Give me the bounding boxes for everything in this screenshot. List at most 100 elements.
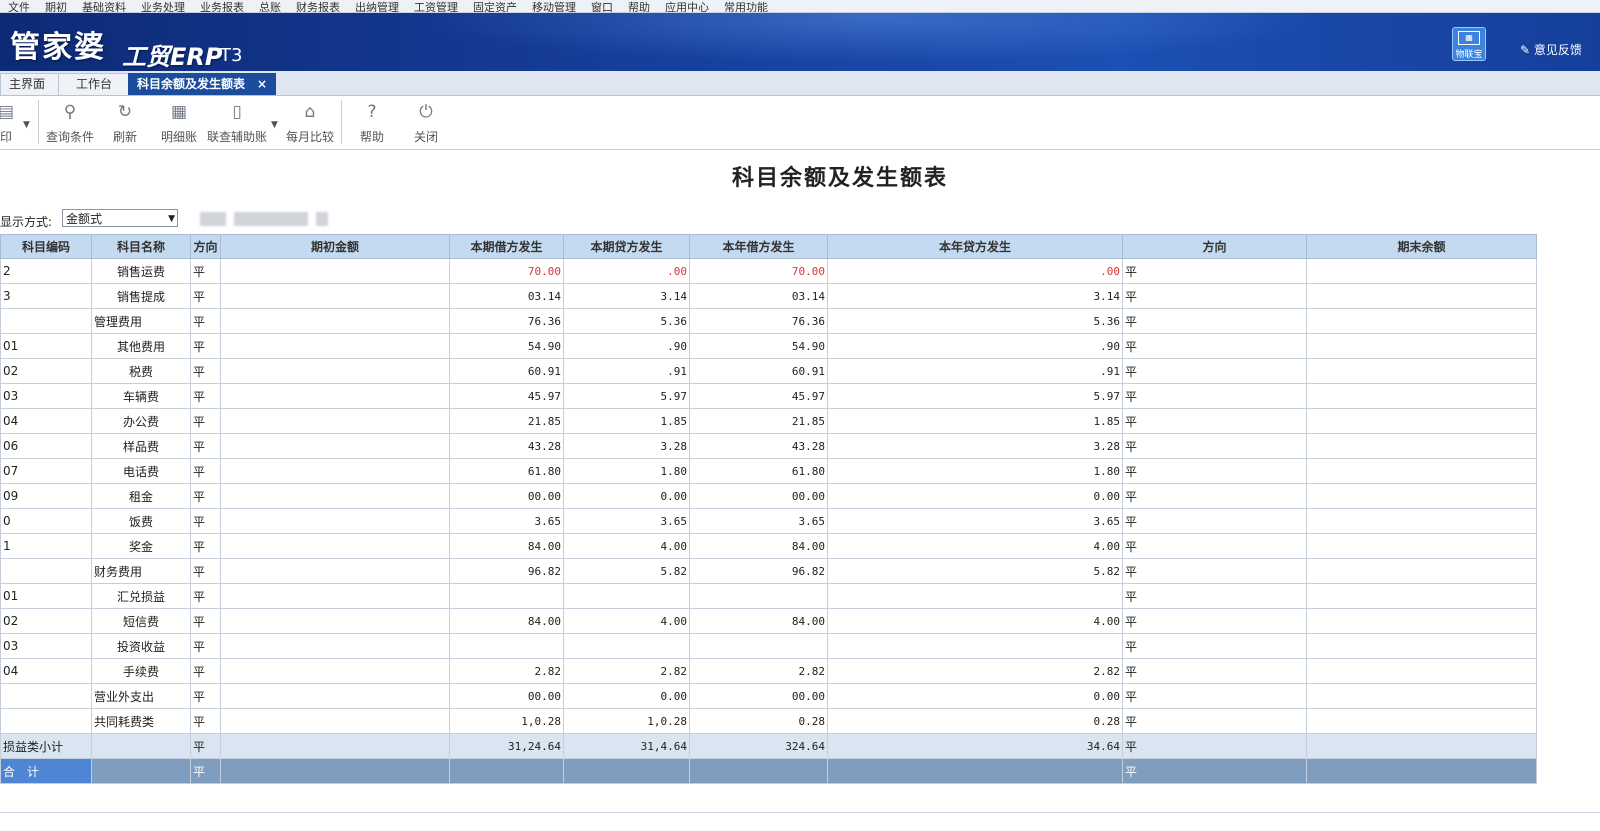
table-row[interactable]: 营业外支出平 00.00 0.00 00.00 0.00 平	[0, 683, 1537, 709]
menu-item[interactable]: 固定资产	[473, 2, 517, 12]
aux-ledger-button[interactable]: ▯ 联查辅助账	[207, 102, 267, 145]
amount-cell: 84.00	[689, 608, 828, 634]
opening-balance-cell	[220, 258, 450, 284]
menu-item[interactable]: 出纳管理	[355, 2, 399, 12]
tab-account-balance[interactable]: 科目余额及发生额表 ×	[128, 73, 277, 95]
display-mode-select[interactable]: 金额式 ▼	[62, 209, 178, 227]
account-name-cell: 税费	[91, 358, 191, 384]
column-header[interactable]: 期末余额	[1306, 234, 1537, 259]
amount-cell: 1.80	[827, 458, 1123, 484]
closing-balance-cell	[1306, 408, 1537, 434]
table-row[interactable]: 2 销售运费平 70.00.00 70.00.00 平	[0, 258, 1537, 284]
subtotal-row[interactable]: 损益类小计平 31,24.64 31,4.64 324.64 34.64 平	[0, 733, 1537, 759]
table-row[interactable]: 财务费用平 96.82 5.82 96.82 5.82 平	[0, 558, 1537, 584]
amount-cell: 00.00	[689, 683, 828, 709]
menu-item[interactable]: 业务处理	[141, 2, 185, 12]
table-row[interactable]: 01 其他费用平 54.90.90 54.90.90 平	[0, 333, 1537, 359]
opening-balance-cell	[220, 708, 450, 734]
amount-cell: 76.36	[689, 308, 828, 334]
tab-workbench[interactable]: 工作台	[58, 73, 130, 95]
tab-main[interactable]: 主界面	[0, 73, 62, 95]
feedback-button[interactable]: ✎ 意见反馈	[1520, 41, 1582, 58]
table-row[interactable]: 02 短信费平 84.00 4.00 84.00 4.00 平	[0, 608, 1537, 634]
menu-item[interactable]: 应用中心	[665, 2, 709, 12]
menu-item[interactable]: 窗口	[591, 2, 613, 12]
table-row[interactable]: 03 车辆费平 45.97 5.97 45.97 5.97 平	[0, 383, 1537, 409]
ledger-detail-button[interactable]: ▦ 明细账	[160, 102, 198, 145]
qr-code-button[interactable]: ▦ 物联宝	[1452, 27, 1486, 61]
close-button[interactable]: ⏻ 关闭	[413, 102, 439, 145]
opening-balance-cell	[220, 733, 450, 759]
table-row[interactable]: 管理费用平 76.36 5.36 76.36 5.36 平	[0, 308, 1537, 334]
column-header[interactable]: 本期借方发生	[449, 234, 564, 259]
direction-cell: 平	[190, 583, 221, 609]
account-name-cell: 销售提成	[91, 283, 191, 309]
menu-item[interactable]: 工资管理	[414, 2, 458, 12]
amount-cell: 0.00	[827, 683, 1123, 709]
close-icon[interactable]: ×	[257, 77, 267, 91]
menu-item[interactable]: 财务报表	[296, 2, 340, 12]
menu-item[interactable]: 总账	[259, 2, 281, 12]
monthly-compare-button[interactable]: ⌂ 每月比较	[286, 102, 334, 145]
menu-item[interactable]: 业务报表	[200, 2, 244, 12]
amount-cell: 60.91	[689, 358, 828, 384]
table-row[interactable]: 3 销售提成平 03.14 3.14 03.14 3.14 平	[0, 283, 1537, 309]
table-row[interactable]: 07 电话费平 61.80 1.80 61.80 1.80 平	[0, 458, 1537, 484]
menu-item[interactable]: 常用功能	[724, 2, 768, 12]
closing-balance-cell	[1306, 633, 1537, 659]
amount-cell: 5.82	[827, 558, 1123, 584]
menu-item[interactable]: 期初	[45, 2, 67, 12]
home-icon: ⌂	[304, 102, 316, 122]
amount-cell: 60.91	[449, 358, 564, 384]
chevron-down-icon[interactable]: ▼	[271, 120, 278, 130]
table-row[interactable]: 04 办公费平 21.85 1.85 21.85 1.85 平	[0, 408, 1537, 434]
amount-cell: 0.00	[563, 483, 690, 509]
column-header[interactable]: 方向	[1122, 234, 1307, 259]
table-row[interactable]: 06 样品费平 43.28 3.28 43.28 3.28 平	[0, 433, 1537, 459]
menu-item[interactable]: 文件	[8, 2, 30, 12]
column-header[interactable]: 方向	[190, 234, 221, 259]
table-row[interactable]: 1 奖金平 84.00 4.00 84.00 4.00 平	[0, 533, 1537, 559]
redacted-text	[234, 212, 308, 226]
print-button[interactable]: ▤ 印	[0, 102, 14, 145]
total-label: 合 计	[0, 758, 92, 784]
amount-cell	[827, 758, 1123, 784]
direction-cell: 平	[1122, 733, 1307, 759]
closing-balance-cell	[1306, 608, 1537, 634]
total-row[interactable]: 合 计平平	[0, 758, 1537, 784]
app-banner: 管家婆 工贸ERP T3 ▦ 物联宝 ✎ 意见反馈	[0, 13, 1600, 71]
column-header[interactable]: 本年借方发生	[689, 234, 828, 259]
amount-cell: .90	[827, 333, 1123, 359]
account-name-cell: 其他费用	[91, 333, 191, 359]
account-name-cell: 管理费用	[91, 308, 191, 334]
refresh-button[interactable]: ↻ 刷新	[112, 102, 138, 145]
account-name-cell: 财务费用	[91, 558, 191, 584]
query-conditions-button[interactable]: ⚲ 查询条件	[46, 102, 94, 145]
account-code-cell: 2	[0, 258, 92, 284]
document-icon: ▯	[232, 102, 242, 122]
table-row[interactable]: 03 投资收益平平	[0, 633, 1537, 659]
table-row[interactable]: 02 税费平 60.91.91 60.91.91 平	[0, 358, 1537, 384]
column-header[interactable]: 期初金额	[220, 234, 450, 259]
chevron-down-icon[interactable]: ▼	[23, 120, 30, 130]
table-row[interactable]: 共同耗费类平 1,0.28 1,0.28 0.28 0.28 平	[0, 708, 1537, 734]
account-name-cell: 车辆费	[91, 383, 191, 409]
column-header[interactable]: 本年贷方发生	[827, 234, 1123, 259]
table-row[interactable]: 09 租金平 00.00 0.00 00.00 0.00 平	[0, 483, 1537, 509]
column-header[interactable]: 本期贷方发生	[563, 234, 690, 259]
amount-cell	[449, 758, 564, 784]
table-row[interactable]: 0 饭费平 3.65 3.65 3.65 3.65 平	[0, 508, 1537, 534]
table-row[interactable]: 01 汇兑损益平平	[0, 583, 1537, 609]
menu-item[interactable]: 移动管理	[532, 2, 576, 12]
help-button[interactable]: ? 帮助	[359, 102, 385, 145]
amount-cell: 1,0.28	[449, 708, 564, 734]
direction-cell: 平	[1122, 583, 1307, 609]
column-header[interactable]: 科目名称	[91, 234, 191, 259]
menu-item[interactable]: 基础资料	[82, 2, 126, 12]
column-header[interactable]: 科目编码	[0, 234, 92, 259]
account-name-cell	[91, 758, 191, 784]
table-row[interactable]: 04 手续费平 2.82 2.82 2.82 2.82 平	[0, 658, 1537, 684]
help-icon: ?	[367, 102, 377, 122]
table-header-row: 科目编码 科目名称 方向 期初金额 本期借方发生 本期贷方发生 本年借方发生 本年贷方发生 方向…	[0, 234, 1537, 259]
menu-item[interactable]: 帮助	[628, 2, 650, 12]
